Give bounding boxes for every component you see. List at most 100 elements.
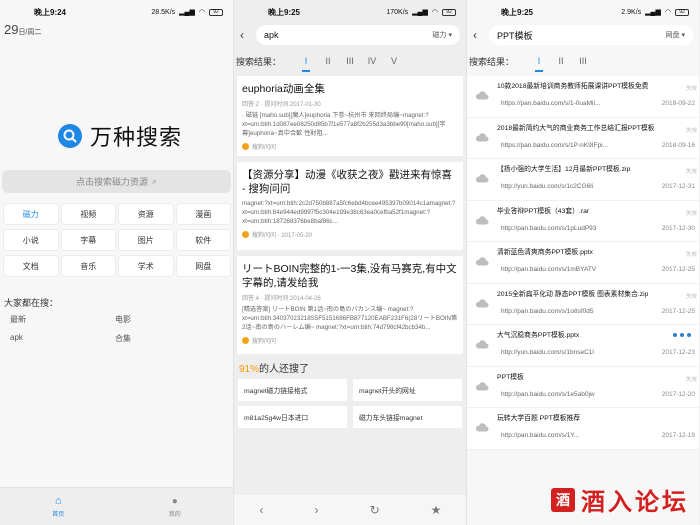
refresh-icon[interactable]: ↻	[370, 503, 380, 517]
row-title: 清新蓝色清爽商务PPT模板.pptx	[497, 249, 593, 256]
back-arrow-icon[interactable]: ‹	[260, 503, 264, 517]
page-tab-1[interactable]: I	[295, 56, 317, 72]
row-url: http://yun.baidu.com/s/1c2CG6li	[501, 183, 594, 190]
popular-item[interactable]: 合集	[11, 333, 220, 344]
netdisk-result-row[interactable]: 10款2018最新培训商务教师拓展课讲PPT模板免费 失效 https://pan.…	[467, 76, 699, 118]
page-tab-2[interactable]: II	[550, 56, 572, 66]
watermark-text: 酒入论坛	[581, 489, 689, 516]
row-title: 【扬小强的大学生活】12月最新PPT模板.zip	[497, 166, 631, 173]
page-tab-1[interactable]: I	[528, 56, 550, 72]
category-academic[interactable]: 学术	[119, 256, 173, 276]
related-item[interactable]: magnet开头的网址	[353, 379, 462, 401]
search-input[interactable]: PPT模板 网盘 ▾	[489, 25, 693, 45]
status-badge: 失效	[685, 127, 697, 134]
result-list: 10款2018最新培训商务教师拓展课讲PPT模板免费 失效 https://pan.…	[467, 76, 699, 450]
sogou-icon	[242, 143, 249, 150]
filter-dropdown[interactable]: 磁力 ▾	[433, 30, 452, 40]
search-bar: ‹ apk 磁力 ▾	[234, 24, 466, 46]
status-bar: 晚上9:25 170K/s ▂▄▆ ◠ 92	[234, 0, 466, 24]
network-speed: 28.5K/s	[151, 8, 176, 16]
battery-icon: 92	[209, 8, 223, 16]
netdisk-result-row[interactable]: PPT模板 失效 http://pan.baidu.com/s/1e5ab0jw 20…	[467, 367, 699, 408]
cloud-icon	[475, 420, 489, 432]
category-documents[interactable]: 文档	[4, 256, 58, 276]
category-video[interactable]: 视频	[61, 204, 115, 224]
row-url: https://pan.baidu.com/s/1-0uaMil...	[501, 100, 601, 107]
category-netdisk[interactable]: 网盘	[176, 256, 230, 276]
result-snippet: [精选答案] リートBOIN 第1话~南の島のバカンス编~ magnet:?xt…	[242, 306, 458, 331]
category-resources[interactable]: 资源	[119, 204, 173, 224]
popular-item[interactable]: 电影	[11, 314, 220, 325]
row-title: 大气沉稳商务PPT模板.pptx	[497, 332, 580, 339]
tab-mine[interactable]: ● 我的	[117, 488, 234, 525]
signal-icon: ▂▄▆	[645, 9, 661, 16]
search-placeholder: 点击搜索磁力资源	[75, 177, 148, 187]
result-card[interactable]: 【资源分享】动漫《收获之夜》戳进来有惊喜 - 搜狗问问 magnet:?xt=u…	[237, 162, 463, 250]
cloud-icon	[475, 379, 489, 391]
status-badge: 失效	[685, 293, 697, 300]
netdisk-result-row[interactable]: 玩转大学百题 PPT模板推荐 http://pan.baidu.com/s/1Y.…	[467, 408, 699, 450]
netdisk-result-row[interactable]: 毕业答辩PPT模板（43套）.rar 失效 http://pan.baidu.com…	[467, 201, 699, 242]
battery-icon: 92	[675, 8, 689, 16]
results-label: 搜索结果：	[236, 56, 282, 67]
result-card[interactable]: リートBOIN完整的1-一3集,没有马赛克,有中文字幕的,请发给我 回答:4 ·…	[237, 256, 463, 354]
search-query: PPT模板	[497, 30, 533, 41]
netdisk-result-row[interactable]: 【扬小强的大学生活】12月最新PPT模板.zip 失效 http://yun.bai…	[467, 159, 699, 201]
wifi-icon: ◠	[664, 9, 671, 16]
category-novels[interactable]: 小说	[4, 230, 58, 250]
search-query: apk	[264, 30, 279, 40]
forum-logo-icon: 酒	[551, 487, 575, 512]
netdisk-result-row[interactable]: 2018最新简约大气的商业商务工作总结汇报PPT模板 失效 https://pan.…	[467, 118, 699, 159]
related-item[interactable]: m81a25g4w日本进口	[238, 406, 347, 428]
wifi-icon: ◠	[431, 9, 438, 16]
category-music[interactable]: 音乐	[61, 256, 115, 276]
page-tab-2[interactable]: II	[317, 56, 339, 66]
search-input[interactable]: apk 磁力 ▾	[256, 25, 460, 45]
related-item[interactable]: 磁力车头链接magnet	[353, 406, 462, 428]
category-magnet[interactable]: 磁力	[4, 204, 58, 224]
battery-icon: 92	[442, 8, 456, 16]
cloud-icon	[475, 337, 489, 349]
category-images[interactable]: 图片	[119, 230, 173, 250]
result-meta: 回答:2 · 提问时间:2017-01-30	[242, 102, 321, 108]
netdisk-result-row[interactable]: 清新蓝色清爽商务PPT模板.pptx 失效 http://pan.baidu.com…	[467, 242, 699, 284]
date-weekday: 日/周二	[18, 29, 42, 36]
row-date: 2017-12-23	[661, 349, 695, 356]
page-tab-4[interactable]: IV	[361, 56, 383, 66]
back-icon[interactable]: ‹	[473, 28, 483, 42]
logo-text: 万种搜索	[90, 125, 183, 150]
row-url: https://pan.baidu.com/s/1P-nK9IFpi...	[501, 141, 608, 149]
cloud-icon	[475, 213, 489, 225]
page-tab-3[interactable]: III	[572, 56, 594, 66]
results-pager: 搜索结果： I II III IV V	[234, 46, 466, 76]
category-subtitles[interactable]: 字幕	[61, 230, 115, 250]
page-tab-5[interactable]: V	[383, 56, 405, 66]
netdisk-result-row[interactable]: 大气沉稳商务PPT模板.pptx http://yun.baidu.com/s/1…	[467, 325, 699, 367]
star-icon[interactable]: ★	[431, 503, 442, 517]
back-icon[interactable]: ‹	[240, 28, 250, 42]
result-title: リートBOIN完整的1-一3集,没有马赛克,有中文字幕的,请发给我	[242, 263, 457, 289]
category-comics[interactable]: 漫画	[176, 204, 230, 224]
filter-dropdown[interactable]: 网盘 ▾	[666, 30, 685, 40]
network-speed: 2.9K/s	[621, 8, 642, 16]
netdisk-result-row[interactable]: 2015全新扁平化动 静态PPT模板 图表素材集合.zip 失效 http://pa…	[467, 284, 699, 325]
popular-list: 最新 电影 apk 合集	[10, 314, 220, 344]
bottom-nav: ⌂ 首页 ● 我的	[0, 487, 233, 525]
filter-label: 网盘	[665, 32, 680, 39]
signal-icon: ▂▄▆	[179, 9, 195, 16]
result-card[interactable]: euphoria动画全集 回答:2 · 提问时间:2017-01-30 · 磁链…	[237, 76, 463, 156]
search-input[interactable]: 点击搜索磁力资源 ⌕	[2, 170, 231, 193]
result-title: euphoria动画全集	[242, 83, 325, 95]
tab-home[interactable]: ⌂ 首页	[0, 488, 117, 525]
page-tab-3[interactable]: III	[339, 56, 361, 66]
forward-arrow-icon[interactable]: ›	[315, 503, 319, 517]
row-date: 2017-12-31	[661, 183, 695, 190]
magnet-results-screen: 晚上9:25 170K/s ▂▄▆ ◠ 92 ‹ apk 磁力 ▾ 搜索结果： …	[233, 0, 466, 525]
category-software[interactable]: 软件	[176, 230, 230, 250]
category-grid: 磁力 视频 资源 漫画 小说 字幕 图片 软件 文档 音乐 学术 网盘	[4, 204, 230, 276]
row-url: http://pan.baidu.com/s/1pLudP93	[501, 224, 597, 232]
netdisk-results-screen: 晚上9:25 2.9K/s ▂▄▆ ◠ 92 ‹ PPT模板 网盘 ▾ 搜索结果…	[466, 0, 699, 525]
row-title: 毕业答辩PPT模板（43套）.rar	[497, 207, 590, 215]
related-text: 的人还搜了	[259, 364, 310, 375]
related-item[interactable]: magnet磁力链接格式	[238, 379, 347, 401]
